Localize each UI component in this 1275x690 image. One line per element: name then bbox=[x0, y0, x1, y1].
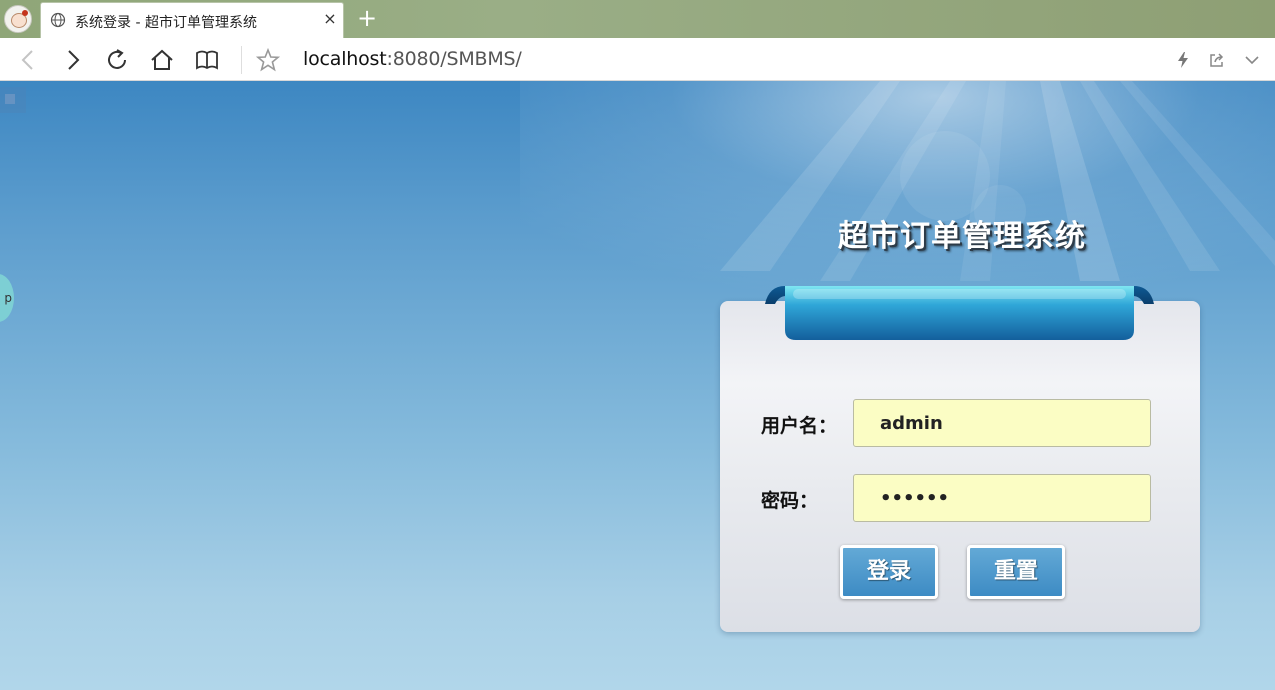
chevron-down-icon[interactable] bbox=[1242, 50, 1262, 70]
share-icon[interactable] bbox=[1207, 50, 1227, 70]
url-host: localhost bbox=[303, 48, 387, 70]
browser-logo-icon[interactable] bbox=[4, 5, 32, 33]
login-button[interactable]: 登录 bbox=[840, 545, 938, 599]
browser-logo-accent bbox=[22, 10, 28, 16]
back-icon[interactable] bbox=[15, 47, 41, 73]
url-path: :8080/SMBMS/ bbox=[386, 48, 522, 70]
star-icon[interactable] bbox=[255, 47, 281, 73]
corner-widget-icon[interactable] bbox=[0, 87, 26, 113]
globe-icon bbox=[50, 12, 66, 28]
reset-button[interactable]: 重置 bbox=[967, 545, 1065, 599]
reader-icon[interactable] bbox=[194, 47, 220, 73]
side-float-bubble[interactable]: p bbox=[0, 274, 14, 322]
panel-ribbon-decoration bbox=[765, 286, 1154, 340]
toolbar-divider bbox=[241, 46, 242, 74]
reload-icon[interactable] bbox=[105, 47, 131, 73]
tab-strip: 系统登录 - 超市订单管理系统 × + bbox=[0, 0, 1275, 38]
login-panel bbox=[720, 301, 1200, 632]
login-page: p 超市订单管理系统 用户名： 密码： 登录 重置 bbox=[0, 81, 1275, 690]
browser-toolbar: localhost:8080/SMBMS/ bbox=[0, 38, 1275, 81]
close-icon[interactable]: × bbox=[322, 11, 338, 27]
lightning-icon[interactable] bbox=[1173, 50, 1193, 70]
password-input[interactable] bbox=[853, 474, 1151, 522]
active-tab[interactable]: 系统登录 - 超市订单管理系统 × bbox=[40, 2, 344, 38]
address-bar[interactable]: localhost:8080/SMBMS/ bbox=[303, 48, 522, 70]
username-input[interactable] bbox=[853, 399, 1151, 447]
home-icon[interactable] bbox=[149, 47, 175, 73]
forward-icon[interactable] bbox=[60, 47, 86, 73]
tab-title: 系统登录 - 超市订单管理系统 bbox=[75, 15, 257, 31]
new-tab-button[interactable]: + bbox=[356, 6, 378, 30]
password-label: 密码： bbox=[761, 490, 819, 512]
username-label: 用户名： bbox=[761, 415, 838, 437]
system-title: 超市订单管理系统 bbox=[838, 219, 1086, 254]
